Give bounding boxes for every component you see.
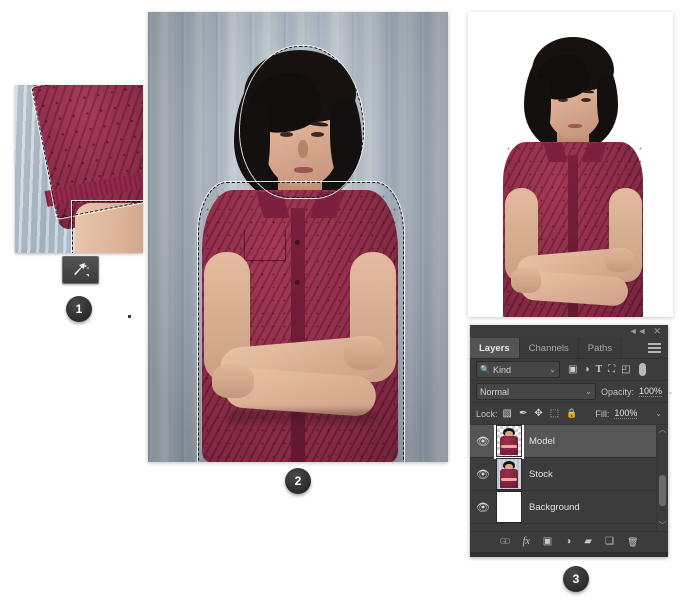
thumb-arm: [501, 445, 517, 449]
cutout-mouth: [568, 124, 582, 128]
layer-style-fx-icon[interactable]: fx: [523, 537, 530, 547]
lock-transparent-pixels-icon[interactable]: ▨: [503, 408, 512, 419]
panel-titlebar: ◄◄ ✕: [470, 325, 668, 338]
thumb-arm: [501, 478, 517, 482]
filter-shape-icon[interactable]: ⛶: [608, 365, 615, 375]
collapse-panel-icon[interactable]: ◄◄: [629, 327, 647, 336]
mouth: [294, 167, 313, 173]
blend-mode-value: Normal: [480, 387, 509, 397]
panel-tabs: Layers Channels Paths: [470, 338, 668, 359]
filter-smart-object-icon[interactable]: ◰: [621, 365, 630, 375]
lock-artboard-nesting-icon[interactable]: ⬚: [550, 408, 559, 419]
layer-thumbnail-background[interactable]: [496, 491, 522, 523]
model-figure: [148, 12, 448, 462]
filter-kind-label: Kind: [493, 365, 511, 375]
new-layer-icon[interactable]: ❑: [605, 537, 614, 547]
layer-name-model[interactable]: Model: [529, 436, 555, 447]
blend-mode-dropdown[interactable]: Normal ⌄: [476, 383, 596, 400]
chevron-down-icon: ⌄: [585, 387, 592, 396]
step-badge-1: 1: [66, 296, 92, 322]
tab-paths[interactable]: Paths: [579, 338, 622, 358]
new-group-icon[interactable]: ▰: [584, 537, 592, 547]
blend-mode-row: Normal ⌄ Opacity: 100% ⌄: [470, 381, 668, 403]
layer-thumbnail-model[interactable]: [496, 425, 522, 457]
filter-kind-dropdown[interactable]: 🔍 Kind ⌄: [476, 361, 560, 378]
lock-position-icon[interactable]: ✥: [534, 408, 542, 419]
tab-layers[interactable]: Layers: [470, 338, 520, 358]
arm-shadow: [228, 410, 376, 424]
zoom-crop-panel: [15, 85, 143, 253]
layer-row-model[interactable]: 👁 Model: [470, 425, 668, 458]
thumbnail-art: [497, 459, 521, 489]
layer-name-background[interactable]: Background: [529, 502, 580, 513]
step-badge-2: 2: [285, 468, 311, 494]
filter-type-icons: ▣ ◑ T ⛶ ◰: [568, 363, 646, 376]
layer-list-scrollbar[interactable]: ︿ ﹀: [656, 425, 668, 531]
filter-type-icon[interactable]: T: [596, 365, 603, 375]
hand-right: [344, 336, 384, 370]
opacity-label: Opacity:: [601, 387, 634, 397]
thumbnail-art: [497, 426, 521, 456]
layer-visibility-icon[interactable]: 👁: [476, 501, 489, 514]
quick-selection-tool-icon[interactable]: [62, 256, 99, 284]
stray-dot-artifact: [128, 315, 131, 318]
lock-label: Lock:: [476, 409, 498, 419]
chevron-down-icon: ⌄: [549, 365, 556, 374]
layer-list: 👁 Model 👁: [470, 425, 668, 531]
layers-panel: ◄◄ ✕ Layers Channels Paths 🔍 Kind ⌄ ▣ ◑ …: [470, 325, 668, 557]
layer-thumbnail-stock[interactable]: [496, 458, 522, 490]
shirt-button-1: [295, 240, 300, 245]
delete-layer-icon[interactable]: 🗑: [627, 538, 638, 547]
filter-adjustment-icon[interactable]: ◑: [583, 365, 589, 375]
scrollbar-thumb[interactable]: [659, 475, 666, 506]
cutout-hand-right: [605, 248, 634, 272]
layer-visibility-icon[interactable]: 👁: [476, 468, 489, 481]
layer-row-stock[interactable]: 👁 Stock: [470, 458, 668, 491]
link-layers-icon[interactable]: GD: [500, 538, 510, 546]
eye-left: [280, 132, 293, 137]
shirt-pocket: [244, 230, 286, 261]
lock-all-icon[interactable]: 🔒: [566, 408, 577, 419]
step-badge-3: 3: [563, 566, 589, 592]
cutout-result-panel: [468, 12, 673, 317]
layers-panel-footer: GD fx ▣ ◑ ▰ ❑ 🗑: [470, 531, 668, 552]
search-icon: 🔍: [480, 365, 490, 374]
fill-chevron-down-icon[interactable]: ⌄: [655, 409, 662, 418]
hand-left: [212, 364, 254, 398]
cutout-hand-left: [511, 268, 541, 293]
scrollbar-track[interactable]: [657, 435, 668, 521]
panel-bottom-edge: [470, 552, 668, 557]
close-panel-icon[interactable]: ✕: [653, 327, 661, 336]
scroll-up-icon[interactable]: ︿: [659, 425, 667, 435]
nose: [298, 140, 308, 158]
scroll-down-icon[interactable]: ﹀: [659, 521, 667, 531]
main-document-panel: [148, 12, 448, 462]
lock-image-pixels-icon[interactable]: ✒: [519, 408, 527, 419]
shirt-button-2: [295, 280, 300, 285]
cutout-eye-right: [581, 98, 591, 102]
opacity-value[interactable]: 100%: [639, 386, 662, 397]
fill-value[interactable]: 100%: [614, 408, 637, 419]
filter-pixel-icon[interactable]: ▣: [568, 365, 577, 375]
layer-name-stock[interactable]: Stock: [529, 469, 553, 480]
opacity-chevron-down-icon[interactable]: ⌄: [667, 387, 674, 396]
eye-right: [311, 132, 324, 137]
panel-menu-icon[interactable]: [641, 338, 668, 358]
lock-icon-group: ▨ ✒ ✥ ⬚ 🔒: [503, 408, 578, 419]
fill-label: Fill:: [595, 409, 609, 419]
cutout-model-figure: [468, 12, 673, 317]
lock-row: Lock: ▨ ✒ ✥ ⬚ 🔒 Fill: 100% ⌄: [470, 403, 668, 425]
layer-visibility-icon[interactable]: 👁: [476, 435, 489, 448]
filter-row: 🔍 Kind ⌄ ▣ ◑ T ⛶ ◰: [470, 359, 668, 381]
crop-arm: [75, 203, 143, 253]
tab-channels[interactable]: Channels: [520, 338, 579, 358]
layer-row-background[interactable]: 👁 Background: [470, 491, 668, 524]
add-layer-mask-icon[interactable]: ▣: [543, 537, 552, 547]
filter-enable-toggle[interactable]: [639, 363, 646, 376]
new-adjustment-layer-icon[interactable]: ◑: [565, 537, 571, 547]
